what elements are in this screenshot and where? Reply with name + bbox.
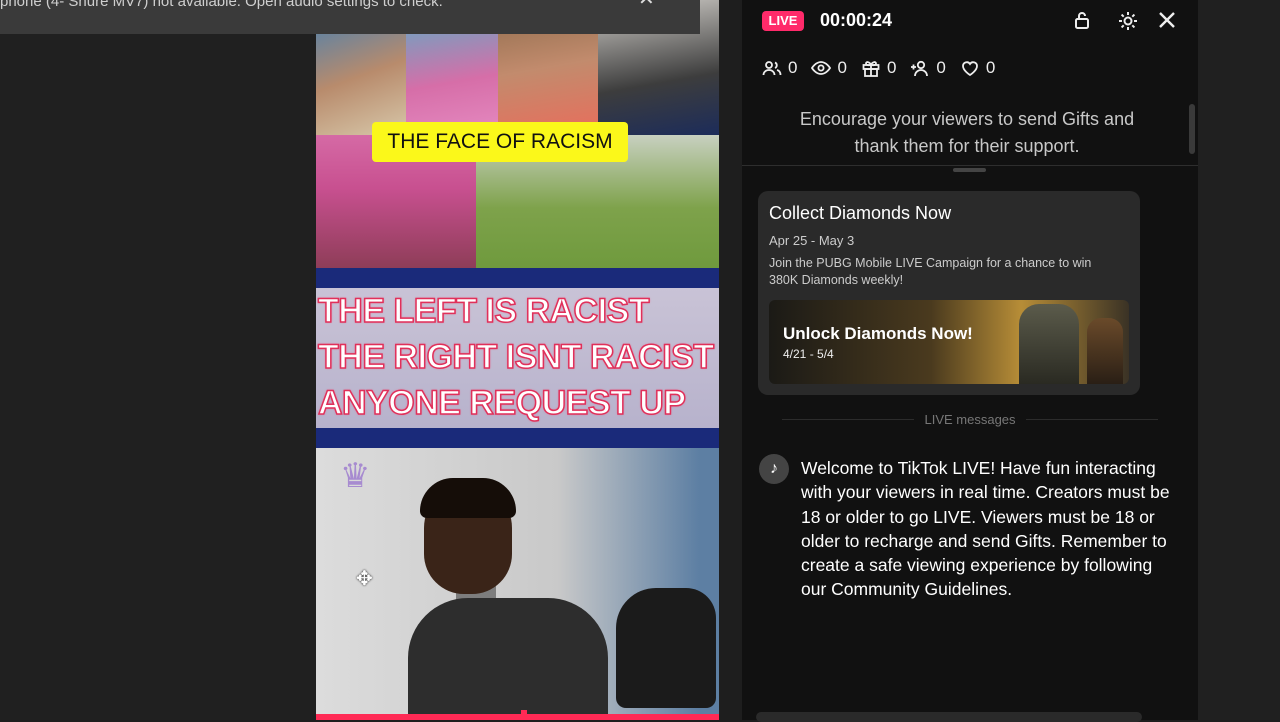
campaign-description: Join the PUBG Mobile LIVE Campaign for a…: [769, 256, 1092, 287]
scrollbar[interactable]: [1189, 104, 1195, 154]
divider-line: [782, 418, 915, 420]
stat-gifts[interactable]: 0: [861, 58, 896, 78]
promo-character: [1019, 304, 1079, 384]
close-icon[interactable]: ✕: [638, 0, 655, 9]
microphone: [616, 588, 716, 708]
person-body: [408, 598, 608, 720]
panel-gap: [719, 0, 742, 720]
stat-likes[interactable]: 0: [960, 58, 995, 78]
desktop-left-area: [0, 0, 316, 720]
viewers-icon: [762, 61, 782, 76]
banner-line: ANYONE REQUEST UP: [317, 383, 686, 423]
gear-icon[interactable]: [1117, 10, 1139, 38]
live-panel: LIVE 00:00:24 0 0 0 0 0 Encourage your v…: [742, 0, 1198, 722]
campaign-card[interactable]: Collect Diamonds Now Apr 25 - May 3 Join…: [758, 191, 1140, 395]
person-hair: [420, 478, 516, 518]
message-input[interactable]: [756, 712, 1142, 722]
collage-caption: THE FACE OF RACISM: [372, 122, 628, 162]
eye-icon: [811, 61, 832, 75]
wall-doodle: ♛: [340, 457, 371, 495]
banner-line: THE LEFT IS RACIST: [317, 291, 650, 331]
photo-collage: THE FACE OF RACISM: [316, 0, 719, 268]
stat-value: 0: [788, 58, 798, 77]
audio-notification: phone (4- Shure MV7) not available. Open…: [0, 0, 700, 34]
campaign-date: Apr 25 - May 3: [769, 233, 855, 248]
messages-label: LIVE messages: [924, 411, 1016, 427]
video-preview[interactable]: THE FACE OF RACISM THE LEFT IS RACIST TH…: [316, 0, 719, 720]
divider: [742, 165, 1198, 166]
lock-icon[interactable]: [1072, 10, 1092, 36]
live-badge: LIVE: [762, 11, 804, 31]
promo-character: [1087, 318, 1123, 384]
divider-line: [1025, 418, 1159, 420]
webcam-feed: ♛ ✥: [316, 448, 719, 720]
encourage-text: Encourage your viewers to send Gifts and…: [799, 109, 1135, 156]
stat-value: 0: [837, 58, 847, 77]
stat-new-followers[interactable]: 0: [910, 58, 946, 78]
stat-value: 0: [985, 58, 996, 77]
text-banner: THE LEFT IS RACIST THE RIGHT ISNT RACIST…: [316, 268, 719, 448]
gift-icon: [862, 61, 880, 77]
stat-value: 0: [936, 58, 946, 77]
move-cursor-icon: ✥: [356, 568, 373, 590]
close-icon[interactable]: [1157, 10, 1177, 36]
heart-icon: [961, 61, 978, 77]
selection-border: [316, 714, 719, 720]
messages-divider: LIVE messages: [782, 409, 1159, 429]
live-timer: 00:00:24: [820, 10, 893, 30]
stat-value: 0: [886, 58, 897, 77]
promo-title: Unlock Diamonds Now!: [783, 324, 973, 343]
welcome-message: Welcome to TikTok LIVE! Have fun interac…: [801, 458, 1170, 600]
tiktok-logo-icon: ♪: [759, 454, 789, 484]
add-user-icon: [911, 60, 929, 77]
promo-banner[interactable]: Unlock Diamonds Now! 4/21 - 5/4: [769, 300, 1129, 384]
promo-date: 4/21 - 5/4: [783, 347, 834, 361]
campaign-title: Collect Diamonds Now: [769, 203, 952, 223]
desktop-right-area: [1198, 0, 1280, 720]
stat-viewers[interactable]: 0: [762, 58, 797, 78]
notification-text: phone (4- Shure MV7) not available. Open…: [0, 0, 443, 10]
drag-handle[interactable]: [953, 168, 986, 172]
banner-line: THE RIGHT ISNT RACIST: [317, 337, 715, 377]
stats-bar: 0 0 0 0 0: [762, 58, 995, 78]
stat-views[interactable]: 0: [811, 58, 847, 78]
